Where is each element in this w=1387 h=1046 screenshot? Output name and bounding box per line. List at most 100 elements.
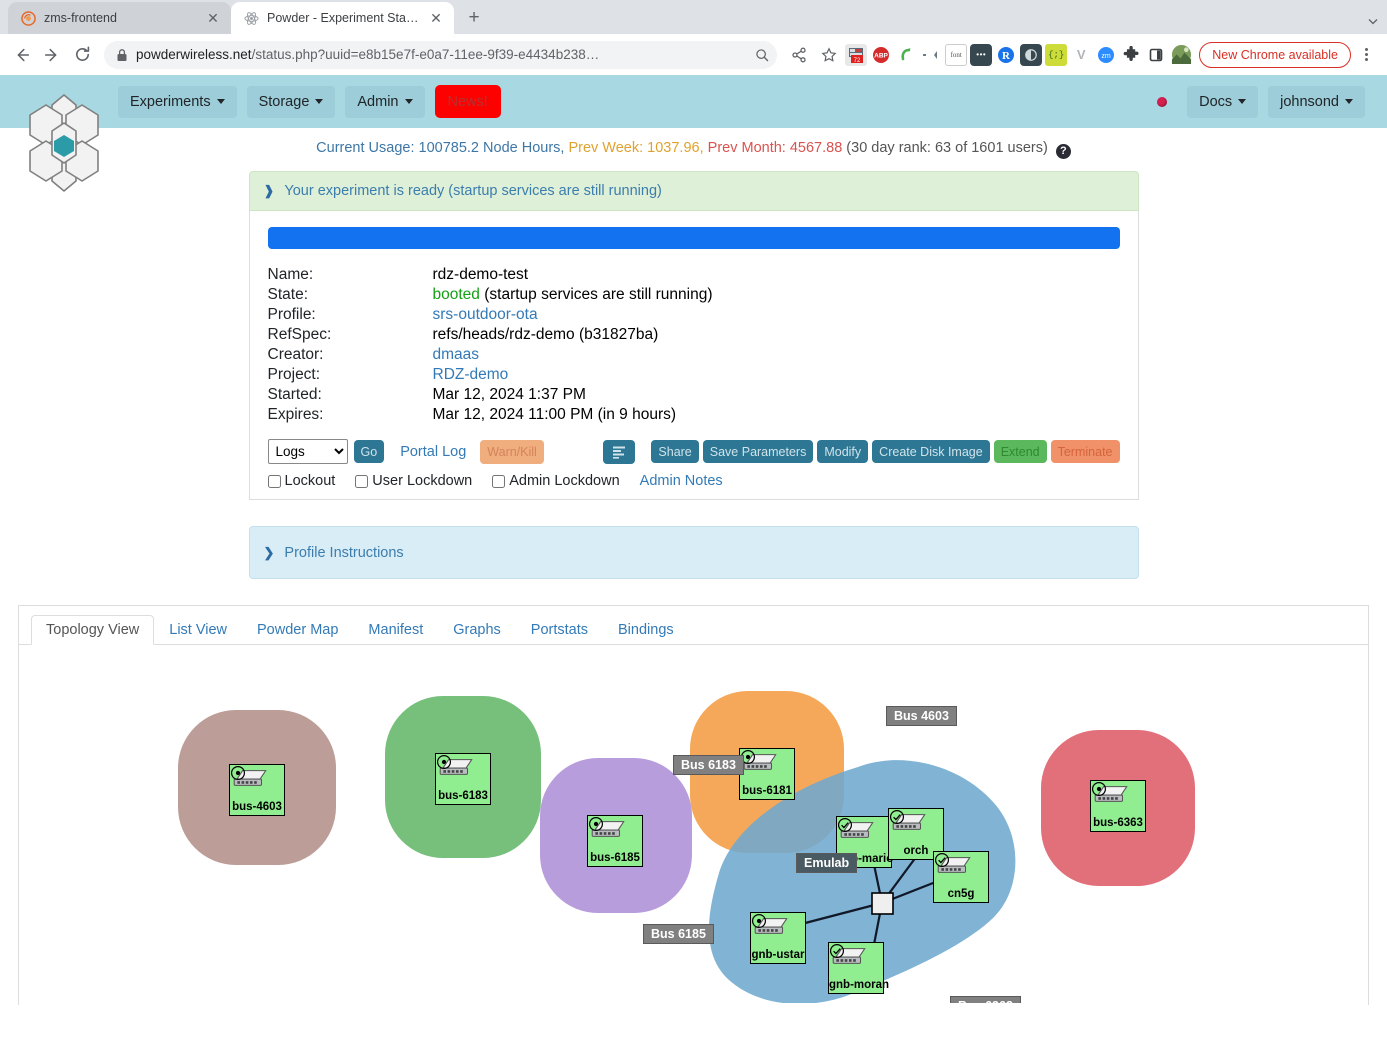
user-menu-button[interactable]: johnsond bbox=[1268, 85, 1365, 118]
warn-kill-button[interactable]: Warn/Kill bbox=[480, 439, 544, 464]
tab-list-view[interactable]: List View bbox=[154, 615, 242, 645]
pin-extension[interactable] bbox=[920, 44, 942, 66]
profile-instructions-panel[interactable]: ❯ Profile Instructions bbox=[248, 526, 1139, 579]
user-lockdown-checkbox[interactable] bbox=[355, 474, 369, 488]
tab-graphs[interactable]: Graphs bbox=[438, 615, 516, 645]
bookmarks-manager-extension[interactable]: 72 bbox=[845, 43, 868, 66]
star-icon[interactable] bbox=[815, 41, 843, 69]
docs-button[interactable]: Docs bbox=[1187, 85, 1259, 118]
forward-button[interactable] bbox=[38, 41, 66, 69]
address-bar-url: powderwireless.net/status.php?uuid=e8b15… bbox=[136, 47, 743, 62]
adblock-plus-extension[interactable]: ABP bbox=[870, 44, 892, 66]
dark-reader-extension[interactable] bbox=[1020, 43, 1043, 66]
browser-tab-2-close-icon[interactable]: ✕ bbox=[428, 10, 444, 26]
user-menu-label: johnsond bbox=[1280, 93, 1339, 110]
admin-lockdown-checkbox-row[interactable]: Admin Lockdown bbox=[492, 473, 620, 489]
nav-storage-button[interactable]: Storage bbox=[246, 85, 336, 118]
topology-node-bus-6183[interactable]: bus-6183 bbox=[435, 753, 491, 805]
share-icon[interactable] bbox=[785, 41, 813, 69]
go-button[interactable]: Go bbox=[353, 440, 385, 463]
news-button[interactable]: News! bbox=[434, 85, 501, 118]
lockout-checkbox[interactable] bbox=[267, 474, 281, 488]
log-select[interactable]: Logs bbox=[267, 439, 348, 464]
detail-row-refspec: RefSpec: refs/heads/rdz-demo (b31827ba) bbox=[268, 325, 713, 345]
more-extension[interactable]: ••• bbox=[970, 43, 993, 66]
topology-node-gnb-ustar[interactable]: gnb-ustar bbox=[750, 912, 806, 964]
detail-key: RefSpec: bbox=[267, 326, 332, 343]
modify-button[interactable]: Modify bbox=[817, 440, 869, 463]
node-label: gnb-moran bbox=[829, 979, 890, 991]
status-dot-icon bbox=[436, 754, 452, 770]
browser-tab-2-title: Powder - Experiment Status bbox=[267, 11, 420, 25]
list-lines-icon[interactable] bbox=[603, 439, 636, 464]
reload-button[interactable] bbox=[68, 41, 96, 69]
svg-text:R: R bbox=[1002, 50, 1011, 62]
kebab-menu-icon[interactable] bbox=[1353, 42, 1379, 68]
readability-extension[interactable]: R bbox=[995, 44, 1017, 66]
browser-tab-1-close-icon[interactable]: ✕ bbox=[205, 10, 221, 26]
browser-chrome: zms-frontend ✕ Powder - Experiment Statu… bbox=[0, 0, 1387, 75]
profile-link[interactable]: srs-outdoor-ota bbox=[433, 306, 538, 323]
address-bar[interactable]: powderwireless.net/status.php?uuid=e8b15… bbox=[104, 40, 778, 69]
browser-tab-2[interactable]: Powder - Experiment Status ✕ bbox=[231, 2, 454, 34]
node-label: gnb-ustar bbox=[751, 949, 805, 961]
topology-node-bus-4603[interactable]: bus-4603 bbox=[229, 764, 285, 816]
tab-search-chevron-down-icon[interactable] bbox=[1367, 15, 1379, 30]
nav-admin-button[interactable]: Admin bbox=[345, 85, 425, 118]
status-dot-icon bbox=[588, 816, 604, 832]
topology-node-gnb-moran[interactable]: gnb-moran bbox=[828, 942, 890, 994]
firefox-favicon bbox=[20, 10, 36, 26]
user-lockdown-checkbox-row[interactable]: User Lockdown bbox=[355, 473, 472, 489]
status-dot-icon bbox=[1091, 781, 1107, 797]
lockout-checkbox-row[interactable]: Lockout bbox=[267, 473, 335, 489]
font-extension[interactable]: font bbox=[945, 43, 968, 66]
back-button[interactable] bbox=[8, 41, 36, 69]
admin-notes-link[interactable]: Admin Notes bbox=[640, 473, 723, 489]
tab-topology-view[interactable]: Topology View bbox=[31, 615, 155, 645]
sidepanel-icon[interactable] bbox=[1145, 44, 1167, 66]
vimium-extension[interactable]: V bbox=[1070, 44, 1092, 66]
terminate-button[interactable]: Terminate bbox=[1050, 440, 1120, 463]
nav-experiments-button[interactable]: Experiments bbox=[118, 85, 237, 118]
help-icon[interactable]: ? bbox=[1055, 144, 1071, 159]
topology-node-bus-6185[interactable]: bus-6185 bbox=[587, 815, 643, 867]
puzzle-extensions-icon[interactable] bbox=[1120, 44, 1142, 66]
chevron-down-icon bbox=[404, 99, 413, 104]
tab-portstats[interactable]: Portstats bbox=[516, 615, 603, 645]
admin-lockdown-checkbox[interactable] bbox=[492, 474, 506, 488]
chrome-update-banner[interactable]: New Chrome available bbox=[1199, 41, 1351, 68]
experiment-ready-alert[interactable]: ❱ Your experiment is ready (startup serv… bbox=[248, 171, 1139, 211]
node-label: bus-4603 bbox=[232, 801, 282, 813]
code-extension[interactable]: {;} bbox=[1045, 43, 1068, 66]
undo-extension[interactable] bbox=[895, 44, 917, 66]
docs-label: Docs bbox=[1199, 93, 1233, 110]
setup-progress-bar bbox=[267, 227, 1120, 249]
extend-button[interactable]: Extend bbox=[993, 440, 1047, 463]
browser-tab-1[interactable]: zms-frontend ✕ bbox=[8, 2, 231, 34]
usage-current: Current Usage: 100785.2 Node Hours, bbox=[316, 140, 565, 156]
topology-node-bus-6363[interactable]: bus-6363 bbox=[1090, 780, 1146, 832]
save-parameters-button[interactable]: Save Parameters bbox=[702, 440, 814, 463]
tab-manifest[interactable]: Manifest bbox=[353, 615, 438, 645]
powder-snowflake-logo[interactable] bbox=[18, 83, 110, 203]
tab-bindings[interactable]: Bindings bbox=[603, 615, 689, 645]
share-button[interactable]: Share bbox=[651, 440, 699, 463]
status-check-icon bbox=[829, 943, 845, 959]
zoom-icon[interactable] bbox=[751, 44, 773, 66]
plus-icon: + bbox=[468, 7, 480, 28]
tab-powder-map[interactable]: Powder Map bbox=[242, 615, 353, 645]
topology-canvas[interactable]: bus-4603 bus-6183 bus-6185 bus-6181 bus-… bbox=[19, 645, 1368, 1003]
usage-prev-week: Prev Week: 1037.96, bbox=[564, 140, 704, 156]
creator-link[interactable]: dmaas bbox=[433, 346, 480, 363]
profile-avatar[interactable] bbox=[1170, 44, 1192, 66]
portal-log-link[interactable]: Portal Log bbox=[400, 444, 466, 460]
project-link[interactable]: RDZ-demo bbox=[433, 366, 509, 383]
new-tab-button[interactable]: + bbox=[460, 4, 488, 32]
chrome-update-label: New Chrome available bbox=[1212, 47, 1338, 62]
create-disk-image-button[interactable]: Create Disk Image bbox=[872, 440, 990, 463]
topology-node-bus-6181[interactable]: bus-6181 bbox=[739, 748, 795, 800]
node-label: cn5g bbox=[947, 888, 975, 900]
zoom-meeting-extension[interactable]: zm bbox=[1095, 44, 1117, 66]
red-notification-dot[interactable] bbox=[1157, 96, 1168, 107]
topology-node-cn5g[interactable]: cn5g bbox=[933, 851, 989, 903]
